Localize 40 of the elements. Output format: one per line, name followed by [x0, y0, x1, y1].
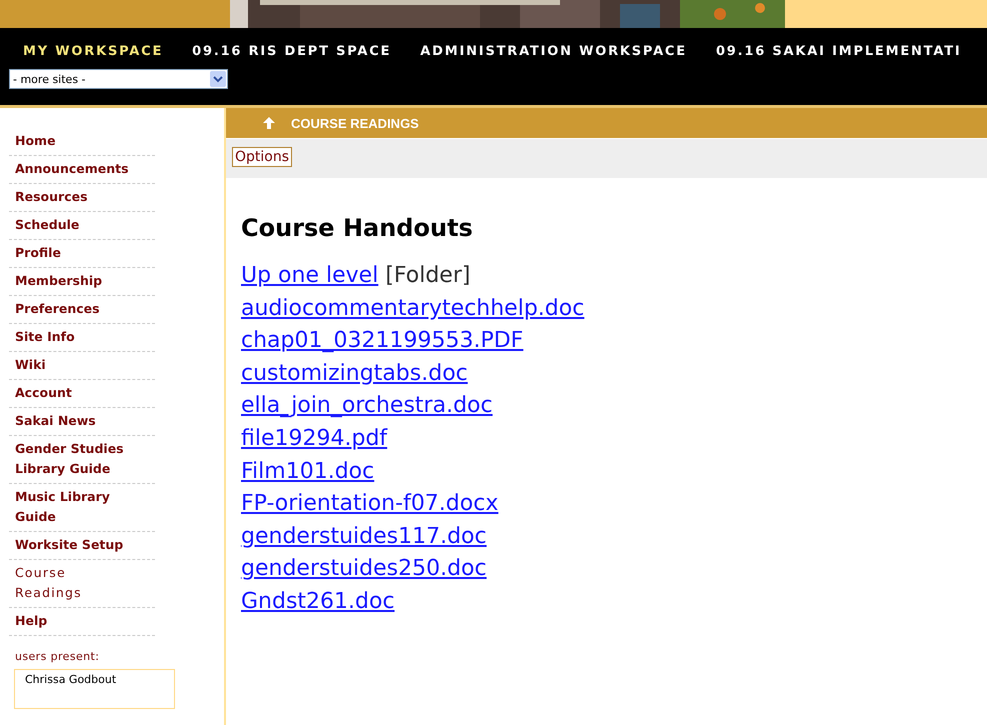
sidebar-item[interactable]: Gender Studies Library Guide	[9, 436, 155, 484]
sidebar-item[interactable]: Help	[9, 608, 155, 636]
sidebar-item[interactable]: Account	[9, 380, 155, 408]
file-link[interactable]: Film101.doc	[241, 458, 374, 484]
file-link[interactable]: audiocommentarytechhelp.doc	[241, 296, 584, 321]
sidebar-item[interactable]: Preferences	[9, 296, 155, 324]
file-link[interactable]: chap01_0321199553.PDF	[241, 328, 524, 354]
file-link[interactable]: customizingtabs.doc	[241, 360, 468, 386]
sidebar-item[interactable]: Schedule	[9, 212, 155, 240]
sidebar-item[interactable]: Sakai News	[9, 408, 155, 436]
file-link[interactable]: genderstuides250.doc	[241, 556, 487, 582]
sidebar-item[interactable]: Music Library Guide	[9, 484, 155, 532]
up-arrow-icon[interactable]	[263, 117, 275, 129]
site-tab[interactable]: 09.16 RIS DEPT SPACE	[192, 44, 392, 59]
tool-title: COURSE READINGS	[291, 116, 419, 130]
more-sites-dropdown[interactable]: - more sites -	[9, 69, 228, 89]
sidebar-item[interactable]: Course Readings	[9, 560, 155, 608]
sidebar-item[interactable]: Site Info	[9, 324, 155, 352]
file-link[interactable]: FP-orientation-f07.docx	[241, 491, 498, 516]
user-name: Chrissa Godbout	[25, 673, 118, 686]
site-tab[interactable]: 09.16 SAKAI IMPLEMENTATI	[716, 44, 962, 59]
file-link[interactable]: file19294.pdf	[241, 426, 388, 451]
sidebar-item[interactable]: Membership	[9, 268, 155, 296]
sidebar-item[interactable]: Worksite Setup	[9, 532, 155, 560]
file-link[interactable]: ella_join_orchestra.doc	[241, 393, 493, 418]
site-tab[interactable]: ADMINISTRATION WORKSPACE	[420, 44, 687, 59]
folder-note: [Folder]	[385, 263, 470, 288]
options-button[interactable]: Options	[232, 147, 292, 167]
sidebar-item[interactable]: Wiki	[9, 352, 155, 380]
site-tab[interactable]: MY WORKSPACE	[23, 44, 164, 59]
sidebar-item[interactable]: Resources	[9, 184, 155, 212]
sidebar-item[interactable]: Home	[9, 128, 155, 156]
up-one-level-link[interactable]: Up one level	[241, 263, 378, 288]
file-link[interactable]: Gndst261.doc	[241, 588, 395, 614]
folder-heading: Course Handouts	[241, 214, 474, 242]
sidebar-item[interactable]: Profile	[9, 240, 155, 268]
caret-icon	[210, 71, 226, 87]
users-present-label: users present:	[15, 650, 100, 663]
sidebar-item[interactable]: Announcements	[9, 156, 155, 184]
file-link[interactable]: genderstuides117.doc	[241, 524, 487, 549]
